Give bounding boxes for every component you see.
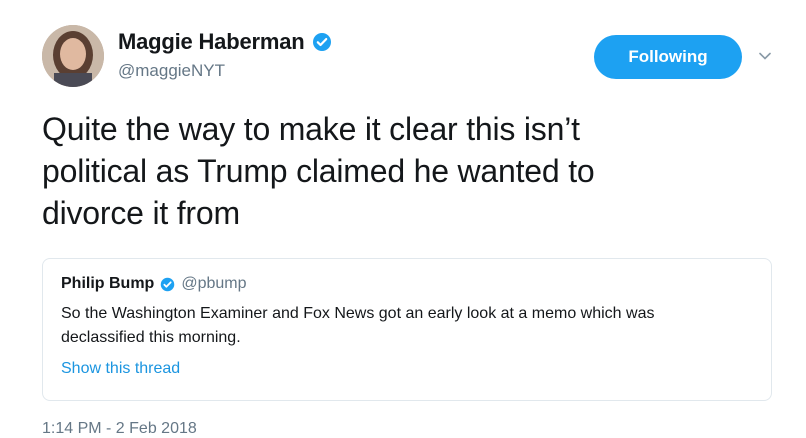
quoted-tweet[interactable]: Philip Bump @pbump So the Washington Exa… xyxy=(42,258,772,401)
tweet-text-line: divorce it from xyxy=(42,195,240,231)
following-button[interactable]: Following xyxy=(594,35,742,79)
tweet-text-line: Quite the way to make it clear this isn’… xyxy=(42,111,580,147)
quoted-author-name: Philip Bump xyxy=(61,275,155,292)
avatar[interactable] xyxy=(42,25,104,87)
tweet-timestamp[interactable]: 1:14 PM - 2 Feb 2018 xyxy=(42,420,197,438)
author-name[interactable]: Maggie Haberman xyxy=(118,29,305,55)
quoted-tweet-header: Philip Bump @pbump xyxy=(61,275,755,293)
show-thread-link[interactable]: Show this thread xyxy=(61,360,755,378)
quoted-text-line: So the Washington Examiner and Fox News … xyxy=(61,305,655,322)
avatar-photo xyxy=(42,25,104,87)
tweet-text: Quite the way to make it clear this isn’… xyxy=(42,108,742,234)
chevron-down-icon[interactable] xyxy=(758,49,772,63)
author-handle[interactable]: @maggieNYT xyxy=(118,61,332,81)
author-block: Maggie Haberman @maggieNYT xyxy=(118,29,332,81)
tweet-header: Maggie Haberman @maggieNYT Following xyxy=(42,25,782,95)
quoted-author-handle: @pbump xyxy=(181,275,247,292)
verified-badge-icon xyxy=(160,277,175,292)
quoted-tweet-text: So the Washington Examiner and Fox News … xyxy=(61,302,761,350)
verified-badge-icon xyxy=(312,32,332,52)
tweet-text-line: political as Trump claimed he wanted to xyxy=(42,153,595,189)
quoted-text-line: declassified this morning. xyxy=(61,329,241,346)
